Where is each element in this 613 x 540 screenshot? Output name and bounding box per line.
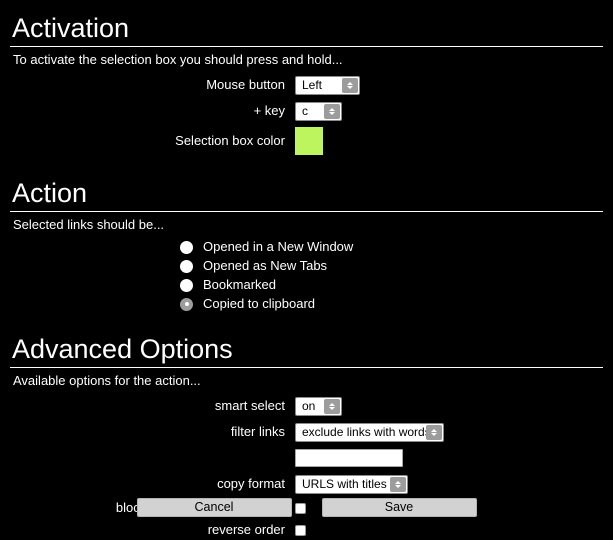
- radio-icon-opened-new-tabs[interactable]: [180, 259, 193, 273]
- row-filter-links: filter links exclude links with words: [10, 420, 603, 444]
- row-mouse-button: Mouse button Left: [10, 73, 603, 97]
- select-mouse-button[interactable]: Left: [295, 75, 360, 95]
- section-divider-advanced-options: [10, 367, 603, 368]
- control-mouse-button: Left: [295, 75, 360, 95]
- control-reverse-order: [295, 524, 306, 536]
- footer-buttons: Cancel Save: [0, 498, 613, 517]
- row-copy-format: copy format URLS with titles: [10, 472, 603, 496]
- control-filter-links: exclude links with words: [295, 422, 444, 442]
- select-mouse-button-value: Left: [302, 77, 323, 92]
- radio-label-copied-to-clipboard: Copied to clipboard: [203, 296, 316, 311]
- radio-row-opened-new-tabs[interactable]: Opened as New Tabs: [180, 257, 603, 275]
- section-divider-activation: [10, 46, 603, 47]
- chevron-up-down-icon: [342, 77, 358, 93]
- label-reverse-order: reverse order: [207, 522, 285, 537]
- row-selection-box-color: Selection box color: [10, 125, 603, 157]
- section-subtitle-action: Selected links should be...: [13, 217, 165, 232]
- radio-label-bookmarked: Bookmarked: [203, 277, 276, 292]
- cancel-button[interactable]: Cancel: [136, 498, 292, 517]
- label-filter-links: filter links: [230, 424, 285, 439]
- control-filter-words: [295, 449, 403, 467]
- select-copy-format[interactable]: URLS with titles: [295, 474, 408, 494]
- radio-icon-opened-new-window[interactable]: [180, 240, 193, 254]
- control-selection-box-color: [295, 127, 323, 155]
- select-key[interactable]: c: [295, 101, 342, 121]
- radio-icon-bookmarked[interactable]: [180, 278, 193, 292]
- control-smart-select: on: [295, 396, 342, 416]
- row-reverse-order: reverse order: [10, 520, 603, 540]
- radio-row-opened-new-window[interactable]: Opened in a New Window: [180, 238, 603, 256]
- row-filter-words: [10, 446, 603, 470]
- control-key: c: [295, 101, 342, 121]
- label-key: + key: [253, 103, 285, 118]
- section-title-action: Action: [12, 178, 88, 208]
- section-title-advanced-options: Advanced Options: [12, 334, 233, 364]
- section-action: Action Selected links should be... Opene…: [0, 159, 613, 313]
- section-title-activation: Activation: [12, 13, 130, 43]
- radio-label-opened-new-window: Opened in a New Window: [203, 239, 354, 254]
- radio-row-bookmarked[interactable]: Bookmarked: [180, 276, 603, 294]
- select-key-value: c: [302, 103, 308, 118]
- radio-label-opened-new-tabs: Opened as New Tabs: [203, 258, 328, 273]
- chevron-up-down-icon: [426, 424, 442, 440]
- section-activation: Activation To activate the selection box…: [0, 0, 613, 157]
- chevron-up-down-icon: [390, 476, 406, 492]
- select-smart-select-value: on: [302, 398, 316, 413]
- options-page: Activation To activate the selection box…: [0, 0, 613, 539]
- filter-words-input[interactable]: [295, 449, 403, 467]
- label-selection-box-color: Selection box color: [175, 133, 285, 148]
- section-divider-action: [10, 211, 603, 212]
- label-mouse-button: Mouse button: [206, 77, 285, 92]
- label-smart-select: smart select: [214, 398, 285, 413]
- color-swatch-selection-box[interactable]: [295, 127, 323, 155]
- advanced-fields: smart select on filter links exclude lin…: [10, 394, 603, 540]
- section-subtitle-advanced-options: Available options for the action...: [13, 373, 201, 388]
- activation-fields: Mouse button Left + key c Selection box …: [10, 73, 603, 157]
- control-copy-format: URLS with titles: [295, 474, 408, 494]
- row-smart-select: smart select on: [10, 394, 603, 418]
- select-filter-links[interactable]: exclude links with words: [295, 422, 444, 442]
- select-filter-links-value: exclude links with words: [302, 424, 431, 439]
- label-copy-format: copy format: [217, 476, 285, 491]
- radio-icon-copied-to-clipboard[interactable]: [180, 297, 193, 311]
- select-smart-select[interactable]: on: [295, 396, 342, 416]
- checkbox-reverse-order[interactable]: [295, 524, 306, 536]
- row-key: + key c: [10, 99, 603, 123]
- chevron-up-down-icon: [324, 103, 340, 119]
- chevron-up-down-icon: [324, 398, 340, 414]
- save-button[interactable]: Save: [321, 498, 477, 517]
- section-subtitle-activation: To activate the selection box you should…: [13, 52, 343, 67]
- radio-row-copied-to-clipboard[interactable]: Copied to clipboard: [180, 295, 603, 313]
- select-copy-format-value: URLS with titles: [302, 476, 387, 491]
- radio-group-action: Opened in a New Window Opened as New Tab…: [10, 238, 603, 313]
